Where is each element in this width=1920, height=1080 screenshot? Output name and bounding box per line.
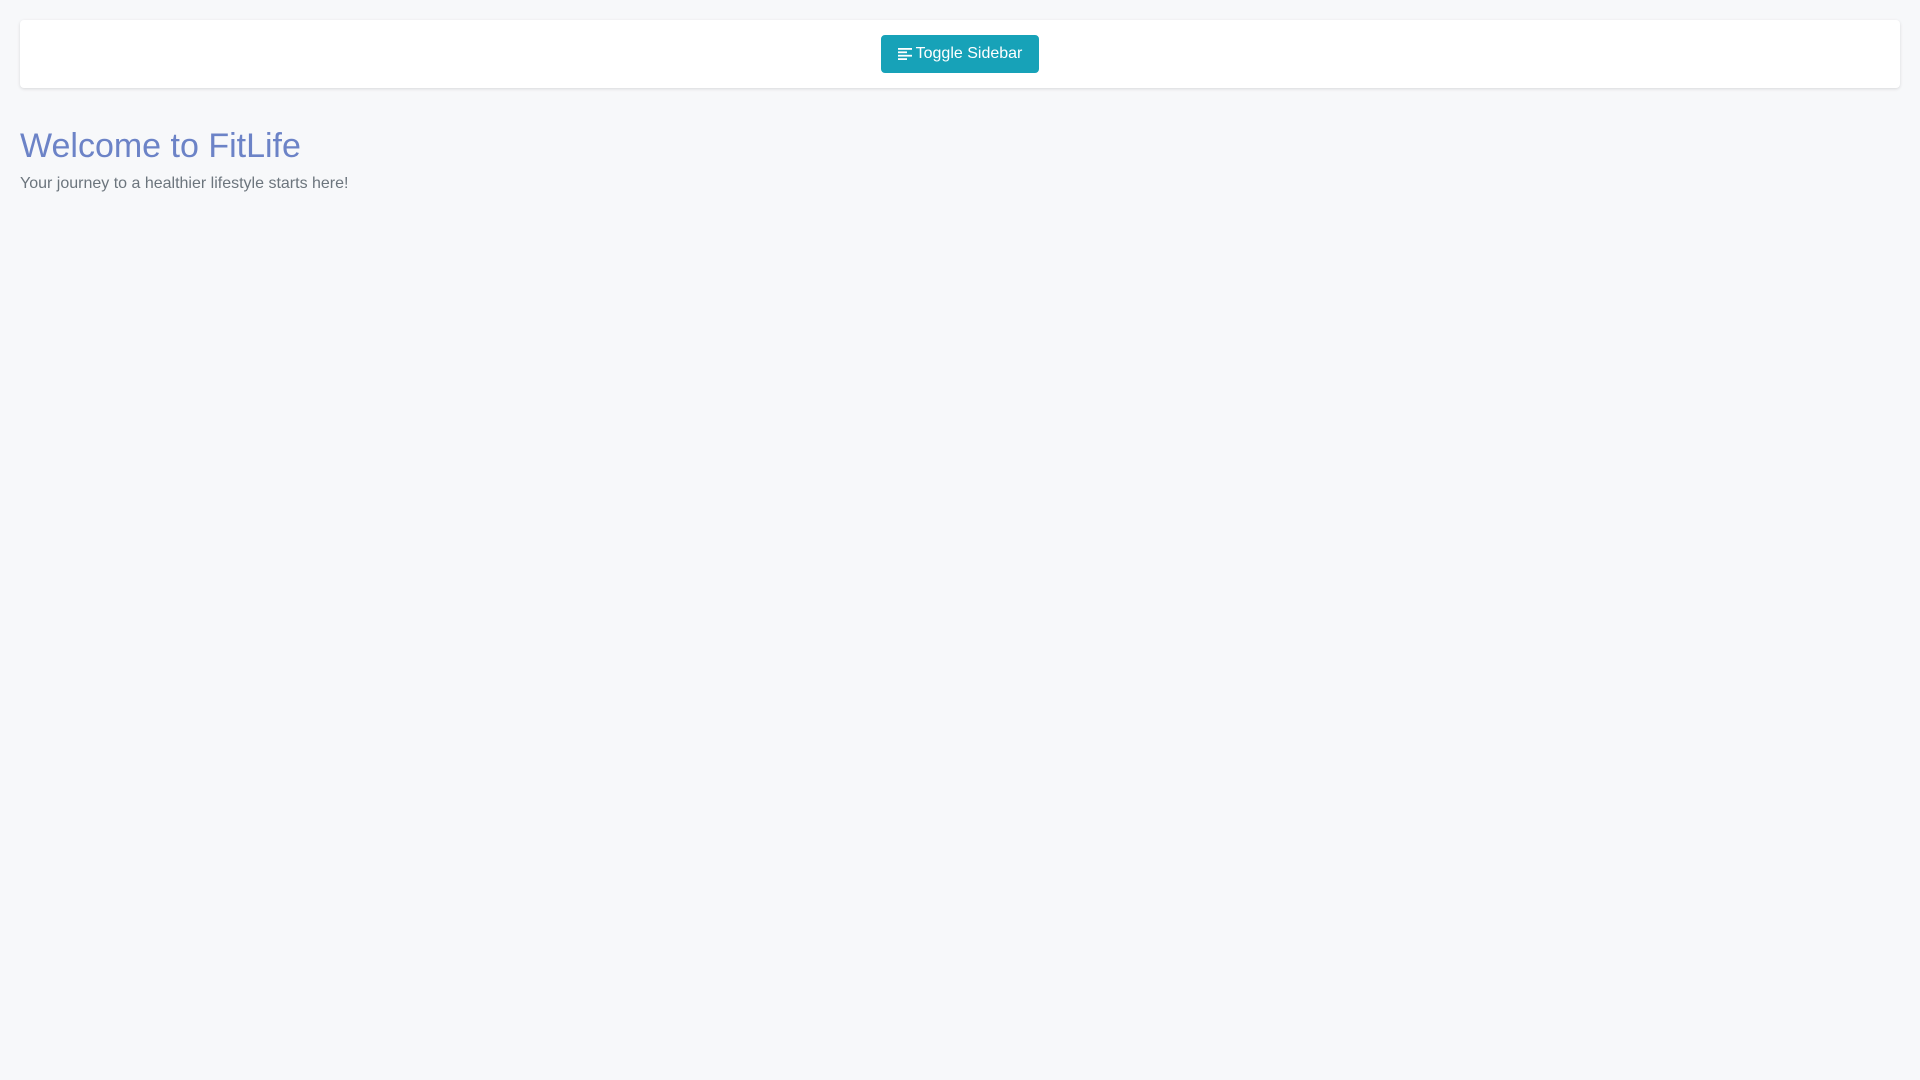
page: Toggle Sidebar Welcome to FitLife Your j… xyxy=(0,0,1920,1080)
top-navbar: Toggle Sidebar xyxy=(20,20,1900,88)
page-title: Welcome to FitLife xyxy=(20,127,301,165)
hero-section: Welcome to FitLife Your journey to a hea… xyxy=(20,126,1900,195)
toggle-sidebar-label: Toggle Sidebar xyxy=(915,45,1023,62)
page-subtitle: Your journey to a healthier lifestyle st… xyxy=(20,174,349,192)
align-left-icon xyxy=(897,48,912,60)
toggle-sidebar-button[interactable]: Toggle Sidebar xyxy=(880,35,1040,73)
